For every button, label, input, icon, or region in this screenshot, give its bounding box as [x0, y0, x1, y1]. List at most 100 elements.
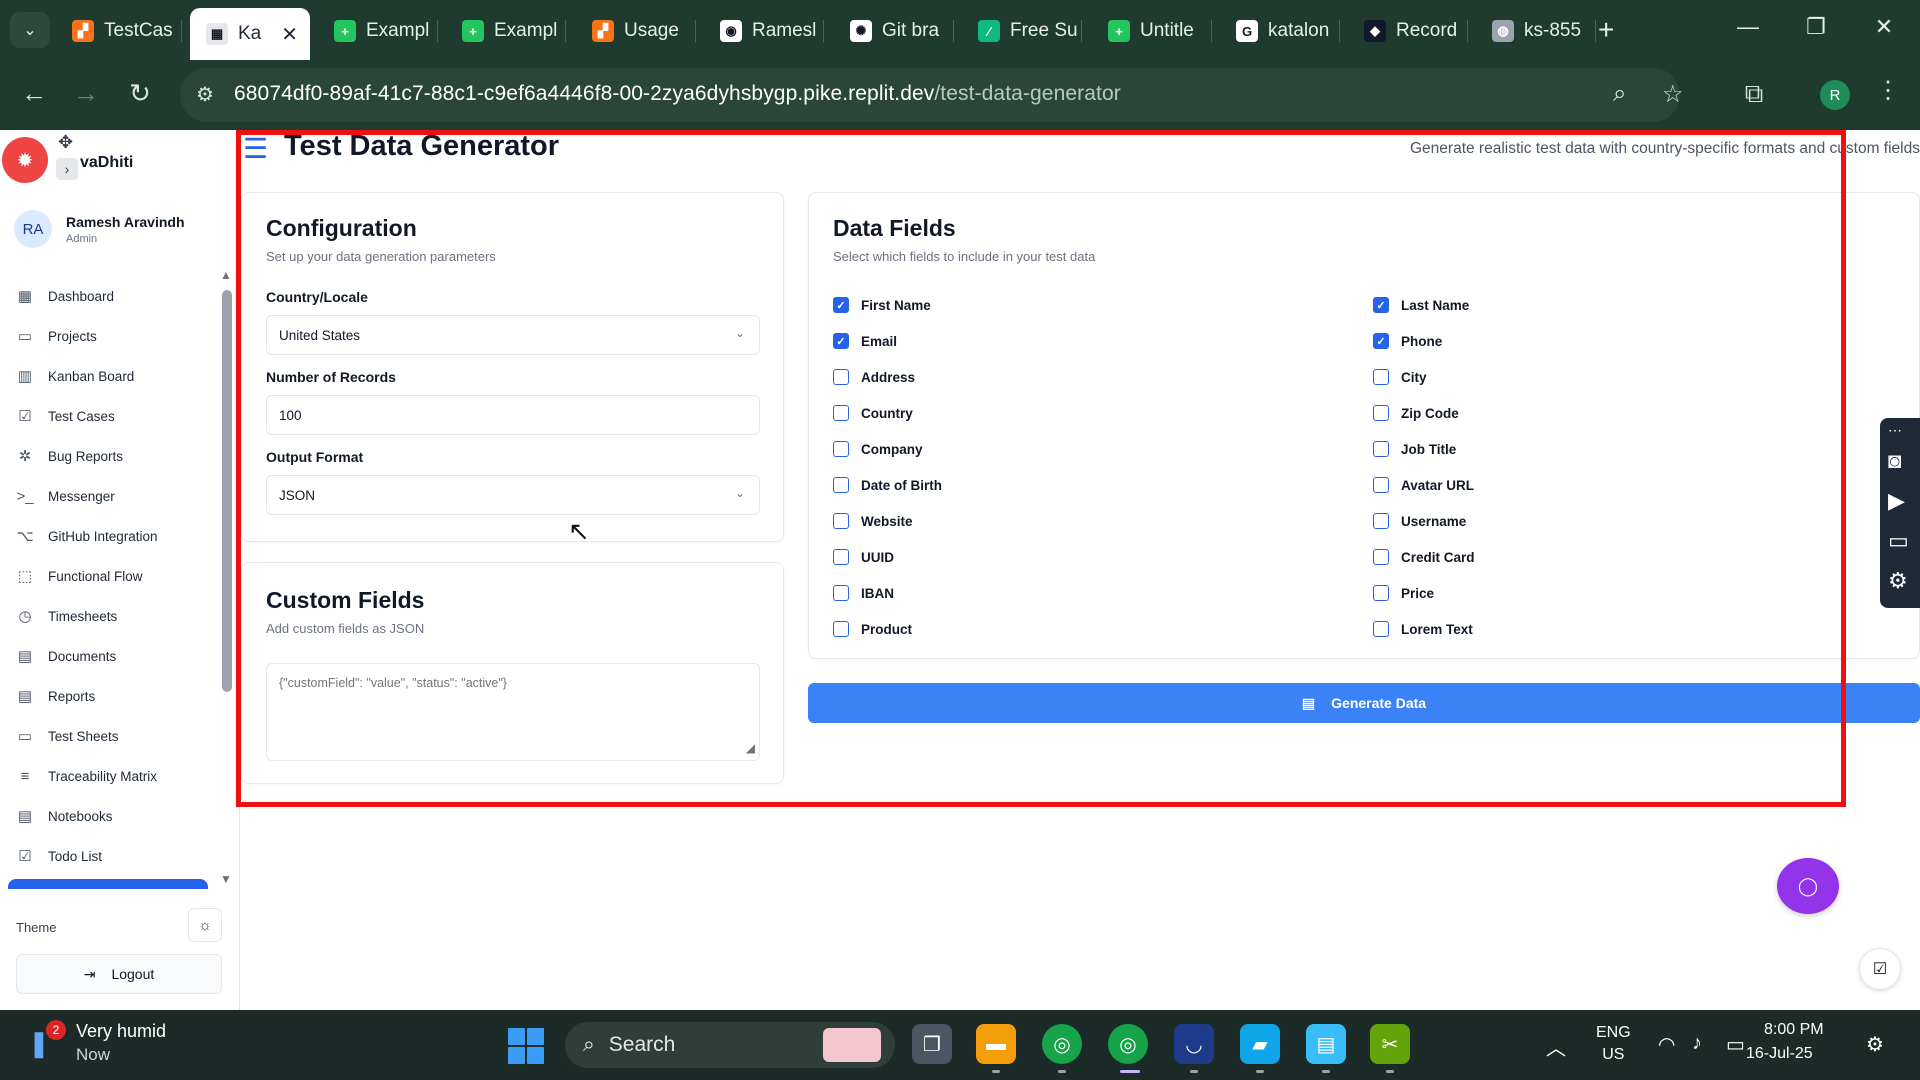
checkbox-checked-icon[interactable]: ✓: [833, 297, 849, 313]
field-checkbox-email[interactable]: ✓ Email: [833, 333, 897, 349]
custom-fields-textarea[interactable]: [266, 663, 760, 761]
checkbox-unchecked-icon[interactable]: [833, 441, 849, 457]
checkbox-unchecked-icon[interactable]: [1373, 621, 1389, 637]
checkbox-unchecked-icon[interactable]: [833, 585, 849, 601]
generate-data-button[interactable]: ▤ Generate Data: [808, 683, 1920, 723]
file-explorer-icon[interactable]: ▬: [976, 1024, 1016, 1064]
gear-icon[interactable]: ⚙: [1888, 568, 1908, 594]
browser-tab[interactable]: ▞ Usage: [576, 10, 696, 52]
checkbox-unchecked-icon[interactable]: [1373, 405, 1389, 421]
chrome-icon[interactable]: ◎: [1042, 1024, 1082, 1064]
tray-chevron-icon[interactable]: ︿: [1546, 1032, 1566, 1061]
field-checkbox-product[interactable]: Product: [833, 621, 912, 637]
wifi-icon[interactable]: ◠: [1658, 1032, 1675, 1057]
restore-button[interactable]: ❐: [1796, 14, 1836, 40]
sidebar-item-todo-list[interactable]: ☑ Todo List: [14, 836, 214, 876]
sidebar-item-timesheets[interactable]: ◷ Timesheets: [14, 596, 214, 636]
window-icon[interactable]: ▭: [1888, 528, 1909, 554]
browser-tab[interactable]: Gkatalon: [1220, 10, 1340, 52]
field-checkbox-city[interactable]: City: [1373, 369, 1427, 385]
tab-close-icon[interactable]: ✕: [281, 22, 298, 47]
browser-tab[interactable]: + Exampl: [446, 10, 566, 52]
scroll-down-arrow[interactable]: ▼: [220, 872, 232, 886]
clock-date[interactable]: 16-Jul-25: [1746, 1045, 1813, 1063]
back-button[interactable]: ←: [16, 78, 52, 109]
tab-search-button[interactable]: ⌄: [10, 12, 50, 48]
reload-button[interactable]: ↻: [122, 78, 158, 109]
browser-tab[interactable]: + Untitle: [1092, 10, 1212, 52]
sidebar-item-github-integration[interactable]: ⌥ GitHub Integration: [14, 516, 214, 556]
sidebar-item-dashboard[interactable]: ▦ Dashboard: [14, 276, 214, 316]
browser-menu-icon[interactable]: ⋮: [1876, 76, 1900, 105]
logout-button[interactable]: ⇥ Logout: [16, 954, 222, 994]
checkbox-unchecked-icon[interactable]: [1373, 513, 1389, 529]
checkbox-unchecked-icon[interactable]: [833, 477, 849, 493]
sidebar-scrollbar-thumb[interactable]: [222, 290, 232, 692]
resize-grip-icon[interactable]: ◢: [746, 741, 755, 755]
field-checkbox-price[interactable]: Price: [1373, 585, 1434, 601]
field-checkbox-iban[interactable]: IBAN: [833, 585, 894, 601]
new-tab-button[interactable]: +: [1598, 14, 1614, 46]
tasks-button[interactable]: ☑: [1859, 948, 1901, 990]
volume-icon[interactable]: ♪: [1692, 1032, 1702, 1055]
bug-report-fab[interactable]: ✹: [2, 137, 48, 183]
browser-tab[interactable]: ◉ Ramesl: [704, 10, 824, 52]
bookmark-star-icon[interactable]: ☆: [1662, 80, 1684, 109]
chat-button[interactable]: ◯: [1777, 858, 1839, 914]
forward-button[interactable]: →: [68, 78, 104, 109]
field-checkbox-lorem-text[interactable]: Lorem Text: [1373, 621, 1473, 637]
checkbox-unchecked-icon[interactable]: [833, 369, 849, 385]
sidebar-item-reports[interactable]: ▤ Reports: [14, 676, 214, 716]
browser-tab[interactable]: ✺ Git bra: [834, 10, 954, 52]
field-checkbox-job-title[interactable]: Job Title: [1373, 441, 1456, 457]
checkbox-unchecked-icon[interactable]: [1373, 477, 1389, 493]
field-checkbox-last-name[interactable]: ✓ Last Name: [1373, 297, 1469, 313]
field-checkbox-username[interactable]: Username: [1373, 513, 1466, 529]
camera-icon[interactable]: ◙: [1888, 448, 1901, 474]
onedrive-folder-icon[interactable]: ▰: [1240, 1024, 1280, 1064]
sidebar-item-projects[interactable]: ▭ Projects: [14, 316, 214, 356]
country-select[interactable]: United States ⌄: [266, 315, 760, 355]
field-checkbox-credit-card[interactable]: Credit Card: [1373, 549, 1475, 565]
checkbox-unchecked-icon[interactable]: [833, 513, 849, 529]
field-checkbox-website[interactable]: Website: [833, 513, 913, 529]
checkbox-checked-icon[interactable]: ✓: [833, 333, 849, 349]
taskbar-search[interactable]: ⌕ Search: [565, 1022, 895, 1068]
notifications-icon[interactable]: ⚙: [1866, 1032, 1884, 1057]
task-view-icon[interactable]: ❐: [912, 1024, 952, 1064]
checkbox-unchecked-icon[interactable]: [833, 621, 849, 637]
clock-time[interactable]: 8:00 PM: [1764, 1021, 1824, 1039]
browser-tab[interactable]: ▦ Ka ✕: [190, 8, 310, 60]
chrome-active-icon[interactable]: ◎: [1108, 1024, 1148, 1064]
language-indicator[interactable]: ENG US: [1596, 1022, 1631, 1066]
close-window-button[interactable]: ✕: [1864, 14, 1904, 40]
checkbox-unchecked-icon[interactable]: [833, 405, 849, 421]
theme-toggle-button[interactable]: ☼: [188, 908, 222, 942]
url-text[interactable]: 68074df0-89af-41c7-88c1-c9ef6a4446f8-00-…: [234, 82, 1121, 106]
sidebar-item-test-cases[interactable]: ☑ Test Cases: [14, 396, 214, 436]
weather-title[interactable]: Very humid: [76, 1021, 166, 1042]
field-checkbox-date-of-birth[interactable]: Date of Birth: [833, 477, 942, 493]
browser-tab[interactable]: ▞ TestCas: [56, 10, 182, 52]
checkbox-checked-icon[interactable]: ✓: [1373, 333, 1389, 349]
field-checkbox-country[interactable]: Country: [833, 405, 913, 421]
app-icon[interactable]: ◡: [1174, 1024, 1214, 1064]
field-checkbox-company[interactable]: Company: [833, 441, 923, 457]
zoom-icon[interactable]: ⌕: [1613, 80, 1626, 108]
records-input[interactable]: 100: [266, 395, 760, 435]
browser-tab[interactable]: ◆ Record: [1348, 10, 1468, 52]
start-button[interactable]: [508, 1028, 544, 1064]
sidebar-item-documents[interactable]: ▤ Documents: [14, 636, 214, 676]
notepad-icon[interactable]: ▤: [1306, 1024, 1346, 1064]
snipping-tool-icon[interactable]: ✂: [1370, 1024, 1410, 1064]
move-icon[interactable]: ✥: [58, 132, 73, 153]
browser-tab[interactable]: ⁄ Free Su: [962, 10, 1082, 52]
site-info-icon[interactable]: ⚙: [196, 82, 214, 107]
video-icon[interactable]: ▶: [1888, 488, 1905, 514]
sidebar-item-kanban-board[interactable]: ▥ Kanban Board: [14, 356, 214, 396]
field-checkbox-avatar-url[interactable]: Avatar URL: [1373, 477, 1474, 493]
more-icon[interactable]: ⋯: [1888, 422, 1902, 439]
browser-tab[interactable]: ◍ ks-855: [1476, 10, 1596, 52]
scroll-up-arrow[interactable]: ▲: [220, 268, 232, 282]
checkbox-checked-icon[interactable]: ✓: [1373, 297, 1389, 313]
